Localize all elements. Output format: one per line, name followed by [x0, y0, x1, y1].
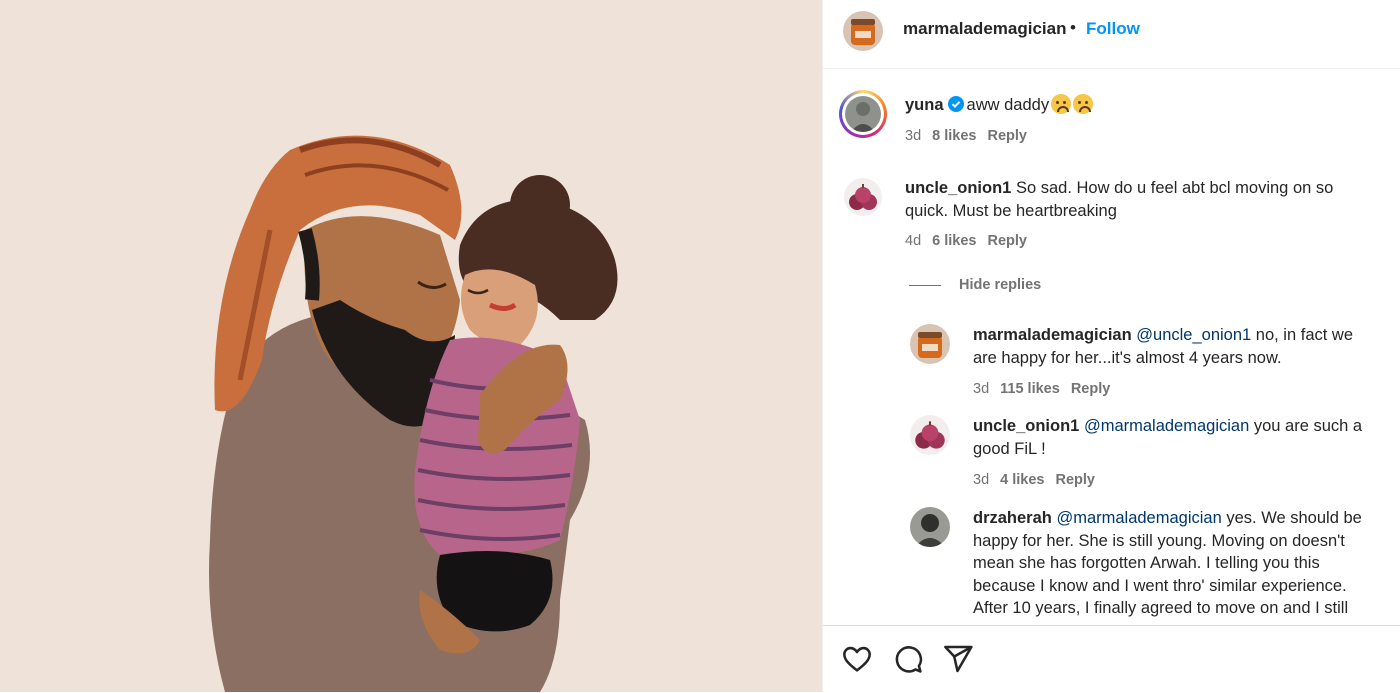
- comment-username[interactable]: marmalademagician: [973, 326, 1132, 344]
- comment-bubble-icon: [895, 646, 923, 673]
- reply-avatar[interactable]: [910, 415, 950, 455]
- reply-button[interactable]: Reply: [987, 233, 1027, 249]
- reply-avatar[interactable]: [910, 324, 950, 364]
- comment-body-line: After 10 years, I finally agreed to move…: [973, 599, 1349, 617]
- onion-icon: [849, 184, 877, 210]
- comment-likes[interactable]: 4 likes: [1000, 472, 1044, 488]
- post-actions-bar: [823, 625, 1400, 693]
- comment-body-line: you are such a: [1253, 417, 1363, 435]
- comment-meta: 3d 4 likes Reply: [973, 472, 1106, 488]
- mention-link[interactable]: @uncle_onion1: [1136, 326, 1251, 344]
- hide-replies-button[interactable]: Hide replies: [909, 277, 1041, 293]
- comment-text: uncle_onion1 So sad. How do u feel abt b…: [905, 177, 1385, 222]
- comment-likes[interactable]: 115 likes: [1000, 381, 1060, 397]
- comment-body-line: no, in fact we: [1255, 326, 1354, 344]
- commenter-avatar[interactable]: [844, 178, 882, 216]
- comment-meta: 3d 8 likes Reply: [905, 128, 1038, 144]
- share-button[interactable]: [942, 643, 974, 675]
- comment-age: 3d: [973, 381, 990, 397]
- author-avatar[interactable]: [843, 11, 883, 51]
- worried-face-icon: [1051, 94, 1072, 114]
- post-image[interactable]: [0, 0, 822, 692]
- follow-button[interactable]: Follow: [1086, 19, 1140, 39]
- user-photo-icon: [910, 507, 950, 547]
- marmalade-jar-icon: [843, 11, 883, 51]
- comment-body-line: good FiL !: [973, 439, 1046, 458]
- comment-text: uncle_onion1 @marmalademagician you are …: [973, 415, 1385, 460]
- comment-likes[interactable]: 6 likes: [932, 233, 976, 249]
- comment-body-line: So sad. How do u feel abt bcl moving on …: [1015, 179, 1334, 197]
- mention-link[interactable]: @marmalademagician: [1084, 417, 1249, 435]
- comment-text: yuna aww daddy: [905, 94, 1385, 117]
- mention-link[interactable]: @marmalademagician: [1056, 509, 1221, 527]
- post-side-panel: marmalademagician • Follow yuna aww daddy…: [822, 0, 1400, 692]
- comment-age: 4d: [905, 233, 922, 249]
- comment-button[interactable]: [892, 643, 924, 675]
- comment-body-line: quick. Must be heartbreaking: [905, 201, 1117, 220]
- onion-icon: [915, 421, 945, 449]
- reply-button[interactable]: Reply: [1071, 381, 1111, 397]
- comment-body: aww daddy: [966, 96, 1050, 114]
- comment-username[interactable]: uncle_onion1: [973, 417, 1079, 435]
- comment-text: marmalademagician @uncle_onion1 no, in f…: [973, 324, 1385, 369]
- comment-age: 3d: [973, 472, 990, 488]
- user-photo-icon: [845, 96, 881, 132]
- reply-button[interactable]: Reply: [1055, 472, 1095, 488]
- comment-meta: 3d 115 likes Reply: [973, 381, 1121, 397]
- paper-plane-icon: [944, 645, 973, 673]
- comment-body-line: are happy for her...it's almost 4 years …: [973, 348, 1282, 367]
- comment-username[interactable]: drzaherah: [973, 509, 1052, 527]
- like-button[interactable]: [841, 643, 873, 675]
- hide-replies-label: Hide replies: [959, 277, 1042, 293]
- reply-avatar[interactable]: [910, 507, 950, 547]
- story-ring-avatar[interactable]: [839, 90, 887, 138]
- comment-body-line: yes. We should be: [1226, 509, 1362, 527]
- worried-face-icon: [1073, 94, 1094, 114]
- comment-username[interactable]: yuna: [905, 96, 944, 114]
- reply-button[interactable]: Reply: [987, 128, 1027, 144]
- divider-line: [909, 284, 941, 286]
- comment-body-line: mean she has forgotten Arwah. I telling …: [973, 554, 1320, 572]
- comment-body-line: because I know and I went thro' similar …: [973, 576, 1347, 595]
- verified-badge-icon: [947, 96, 964, 112]
- post-header: marmalademagician • Follow: [823, 0, 1400, 69]
- post-illustration: [0, 0, 822, 692]
- separator-dot: •: [1070, 18, 1076, 37]
- comment-text: drzaherah @marmalademagician yes. We sho…: [973, 507, 1385, 620]
- comment-username[interactable]: uncle_onion1: [905, 179, 1011, 197]
- comment-likes[interactable]: 8 likes: [932, 128, 976, 144]
- comments-list[interactable]: yuna aww daddy 3d 8 likes Reply uncle_onion…: [823, 69, 1400, 625]
- author-username[interactable]: marmalademagician: [903, 19, 1066, 39]
- comment-age: 3d: [905, 128, 922, 144]
- heart-outline-icon: [843, 646, 871, 672]
- comment-meta: 4d 6 likes Reply: [905, 233, 1038, 249]
- marmalade-jar-icon: [910, 324, 950, 364]
- comment-body-line: happy for her. She is still young. Movin…: [973, 531, 1345, 550]
